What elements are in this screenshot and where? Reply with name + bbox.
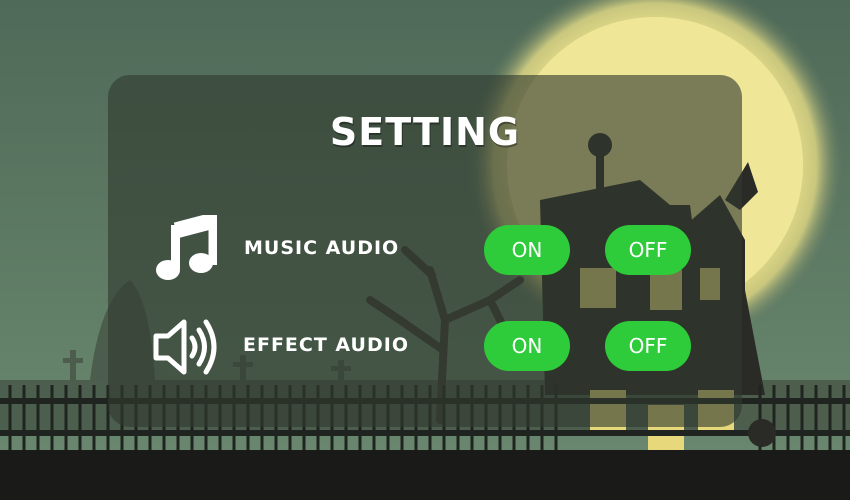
music-on-button[interactable]: ON — [484, 225, 570, 275]
effect-on-button[interactable]: ON — [484, 321, 570, 371]
music-note-icon — [156, 215, 217, 280]
effect-audio-label: EFFECT AUDIO — [243, 334, 409, 356]
effect-off-button[interactable]: OFF — [605, 321, 691, 371]
speaker-icon — [153, 319, 217, 375]
music-audio-label: MUSIC AUDIO — [244, 237, 400, 259]
ground — [0, 450, 850, 500]
pumpkin-icon — [748, 419, 776, 447]
music-off-button[interactable]: OFF — [605, 225, 691, 275]
settings-title: SETTING — [329, 110, 521, 154]
